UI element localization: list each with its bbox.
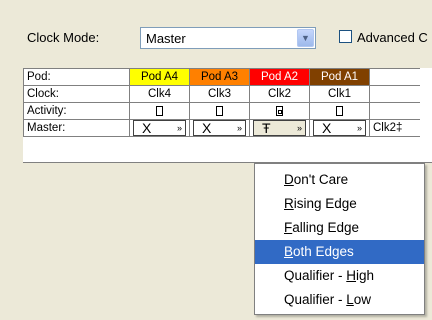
chevron-down-icon[interactable]: » xyxy=(297,123,302,133)
menu-item-rising-edge[interactable]: Rising Edge xyxy=(255,192,424,216)
clock-cell: Clk4 xyxy=(129,85,190,103)
master-select-a4[interactable]: X » xyxy=(133,120,186,136)
pod-header-a4: Pod A4 xyxy=(129,68,190,86)
clock-row: Clock: Clk4 Clk3 Clk2 Clk1 xyxy=(23,85,420,103)
both-edges-icon: Ŧ xyxy=(262,120,271,136)
menu-item-qualifier-high[interactable]: Qualifier - High xyxy=(255,264,424,288)
dont-care-icon: X xyxy=(142,120,152,136)
dont-care-icon: X xyxy=(322,120,332,136)
clock-cell: Clk3 xyxy=(189,85,250,103)
activity-low-icon xyxy=(216,105,223,116)
activity-low-icon xyxy=(156,105,163,116)
pod-row: Pod: Pod A4 Pod A3 Pod A2 Pod A1 xyxy=(23,68,420,86)
master-row: Master: X » X » Ŧ » X » Clk2‡ xyxy=(23,119,420,137)
master-select-a2[interactable]: Ŧ » xyxy=(253,120,306,136)
pod-grid: Pod: Pod A4 Pod A3 Pod A2 Pod A1 Clock: … xyxy=(23,68,420,137)
row-label-master: Master: xyxy=(23,119,130,137)
master-select-a3[interactable]: X » xyxy=(193,120,246,136)
pod-header-a2: Pod A2 xyxy=(249,68,310,86)
row-label-clock: Clock: xyxy=(23,85,130,103)
row-label-activity: Activity: xyxy=(23,102,130,120)
menu-item-falling-edge[interactable]: Falling Edge xyxy=(255,216,424,240)
pod-header-a1: Pod A1 xyxy=(309,68,370,86)
menu-item-both-edges[interactable]: Both Edges xyxy=(255,240,424,264)
clock-cell: Clk1 xyxy=(309,85,370,103)
advanced-checkbox[interactable] xyxy=(339,30,352,43)
extra-cell xyxy=(369,68,420,86)
extra-cell xyxy=(369,102,420,120)
pod-header-a3: Pod A3 xyxy=(189,68,250,86)
extra-cell xyxy=(369,85,420,103)
menu-item-qualifier-low[interactable]: Qualifier - Low xyxy=(255,288,424,312)
dont-care-icon: X xyxy=(202,120,212,136)
menu-item-dont-care[interactable]: Don't Care xyxy=(255,168,424,192)
clock-mode-label: Clock Mode: xyxy=(27,30,100,45)
clock-mode-value: Master xyxy=(146,31,186,46)
advanced-label: Advanced C xyxy=(357,30,428,45)
activity-low-icon xyxy=(336,105,343,116)
chevron-down-icon[interactable]: » xyxy=(237,123,242,133)
row-label-pod: Pod: xyxy=(23,68,130,86)
master-extra-cell: Clk2‡ xyxy=(369,119,420,137)
activity-toggling-icon xyxy=(276,105,283,116)
activity-row: Activity: xyxy=(23,102,420,120)
chevron-down-icon[interactable]: ▼ xyxy=(297,29,314,47)
edge-dropdown-menu: Don't Care Rising Edge Falling Edge Both… xyxy=(254,163,425,315)
clock-settings-panel: Clock Mode: Master ▼ Advanced C Pod: Pod… xyxy=(0,0,432,320)
chevron-down-icon[interactable]: » xyxy=(357,123,362,133)
clock-mode-select[interactable]: Master ▼ xyxy=(140,27,316,49)
chevron-down-icon[interactable]: » xyxy=(177,123,182,133)
clock-cell: Clk2 xyxy=(249,85,310,103)
master-select-a1[interactable]: X » xyxy=(313,120,366,136)
